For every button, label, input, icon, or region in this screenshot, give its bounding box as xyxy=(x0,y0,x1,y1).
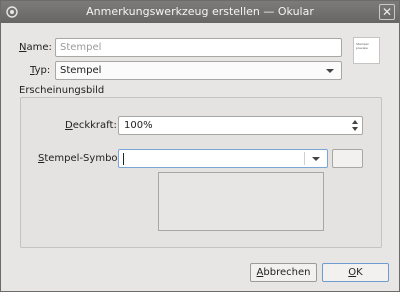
type-select-value: Stempel xyxy=(60,65,102,76)
stamp-symbol-label: Stempel-Symbol xyxy=(38,153,121,164)
opacity-value: 100% xyxy=(124,120,153,131)
spin-buttons[interactable] xyxy=(351,119,360,132)
type-select[interactable]: Stempel xyxy=(55,61,342,80)
name-label: Name: xyxy=(19,42,52,53)
opacity-label: Deckkraft: xyxy=(65,120,117,131)
window-title: Anmerkungswerkzeug erstellen — Okular xyxy=(86,5,314,18)
combo-separator xyxy=(304,152,305,165)
text-caret xyxy=(123,153,124,165)
spin-down-icon[interactable] xyxy=(352,127,358,131)
name-input[interactable]: Stempel xyxy=(55,38,342,57)
type-label: Typ: xyxy=(30,65,50,76)
ok-button[interactable]: OK xyxy=(322,263,389,282)
dialog-window: Anmerkungswerkzeug erstellen — Okular ✕ … xyxy=(0,0,400,292)
cancel-button-label: Abbrechen xyxy=(256,267,311,278)
stamp-preview: Stempel preview xyxy=(353,37,380,64)
stamp-symbol-combobox[interactable] xyxy=(118,149,328,168)
cancel-button[interactable]: Abbrechen xyxy=(250,263,317,282)
name-label-text: Name: xyxy=(19,42,52,53)
chevron-down-icon[interactable] xyxy=(312,157,320,161)
chevron-down-icon xyxy=(326,69,334,73)
appearance-title: Erscheinungsbild xyxy=(19,85,105,96)
name-placeholder: Stempel xyxy=(60,42,102,53)
stamp-symbol-list[interactable] xyxy=(158,172,324,231)
spin-up-icon[interactable] xyxy=(352,120,358,124)
title-bar[interactable]: Anmerkungswerkzeug erstellen — Okular ✕ xyxy=(1,1,399,23)
type-label-text: Typ: xyxy=(30,65,51,76)
ok-button-label: OK xyxy=(348,267,363,278)
opacity-spinbox[interactable]: 100% xyxy=(118,116,363,135)
close-icon[interactable]: ✕ xyxy=(379,4,395,20)
stamp-symbol-browse-button[interactable] xyxy=(332,149,363,168)
preview-text: Stempel preview xyxy=(356,42,369,50)
